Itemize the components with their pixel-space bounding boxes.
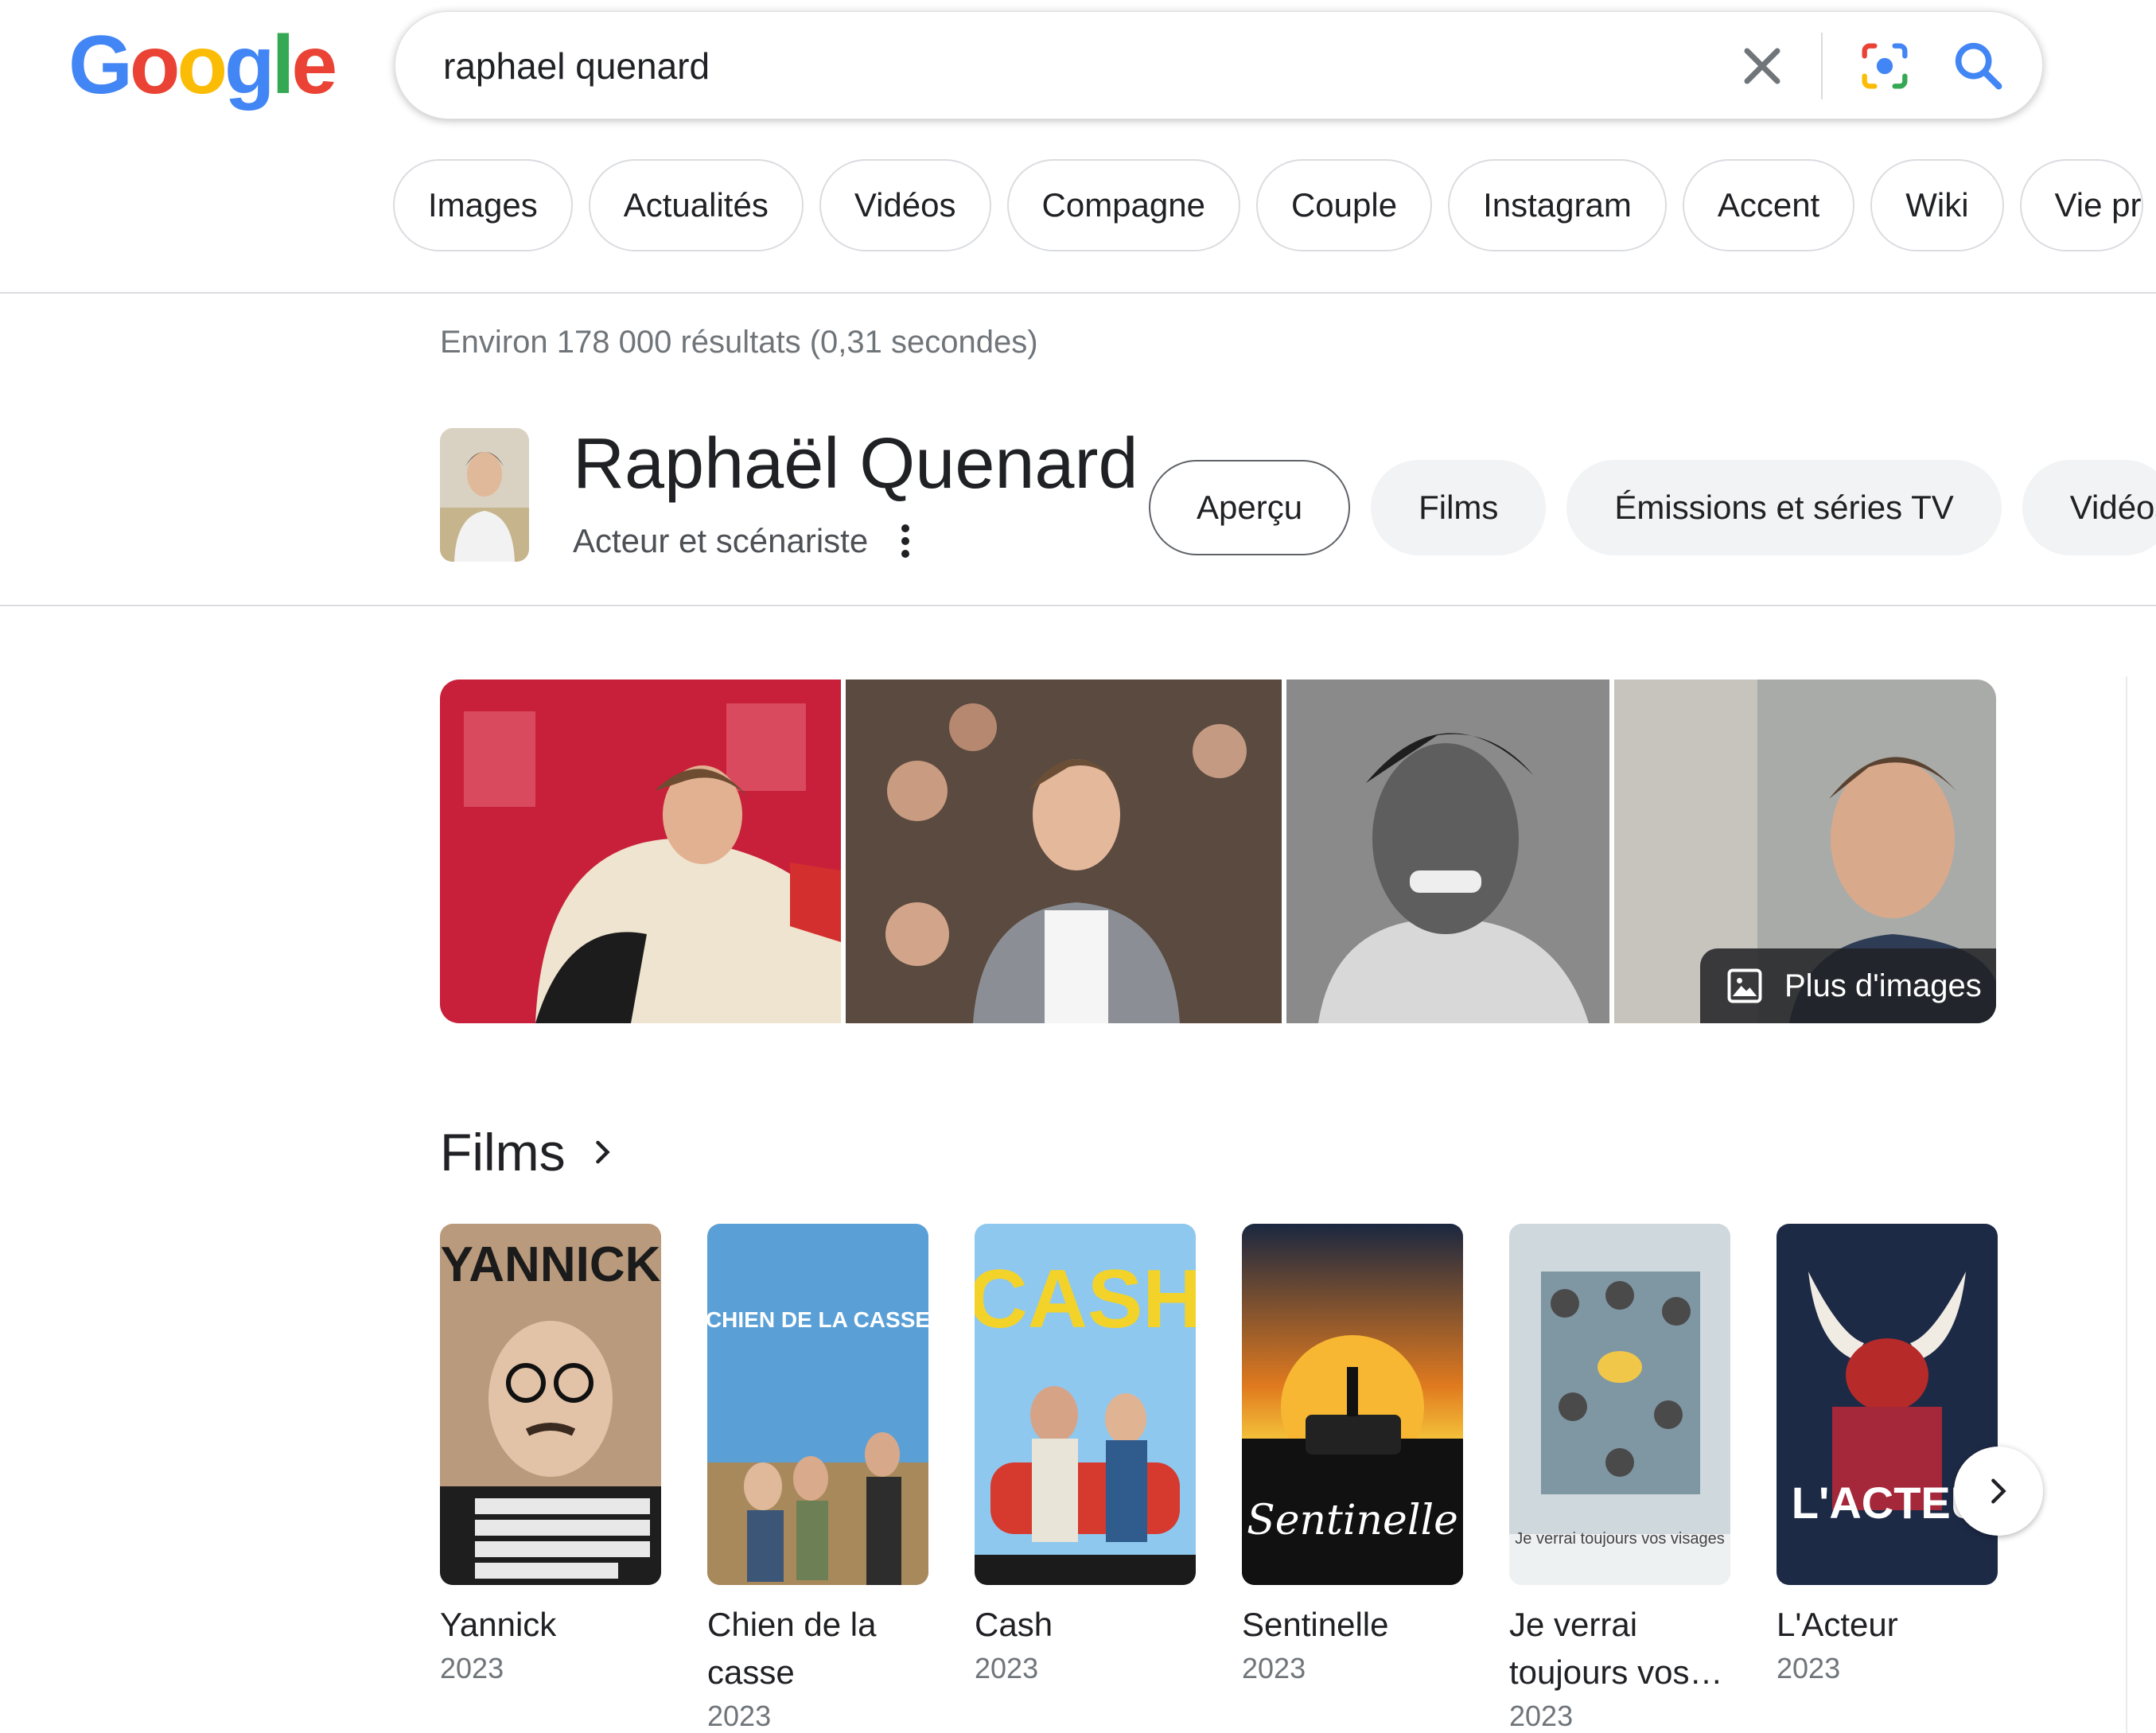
films-heading-label: Films (440, 1123, 566, 1182)
film-poster: YANNICK (440, 1224, 661, 1585)
more-vert-icon (901, 524, 909, 558)
logo-letter-e: e (291, 19, 337, 111)
film-card-l-acteur[interactable]: L'ACTEU L'Acteur 2023 (1777, 1224, 1998, 1685)
film-title: Chien de la casse (707, 1606, 877, 1691)
image-result-2[interactable] (846, 680, 1282, 1023)
tab-videos[interactable]: Vidéos (2022, 460, 2156, 555)
chip-accent[interactable]: Accent (1682, 159, 1855, 251)
search-input[interactable] (442, 39, 1638, 93)
chip-wiki[interactable]: Wiki (1870, 159, 2004, 251)
films-heading[interactable]: Films (440, 1122, 618, 1182)
poster-text: Je verrai toujours vos visages (1515, 1530, 1724, 1548)
image-strip: Plus d'images (440, 680, 1996, 1023)
search-divider (1821, 33, 1823, 99)
logo-letter-g2: g (224, 19, 275, 111)
film-year: 2023 (440, 1652, 504, 1684)
film-year: 2023 (707, 1700, 772, 1732)
film-year: 2023 (1509, 1700, 1574, 1732)
chevron-right-icon (595, 1140, 610, 1164)
image-result-3[interactable] (1286, 680, 1609, 1023)
poster-text: CHIEN DE LA CASSE (707, 1307, 928, 1332)
chip-compagne[interactable]: Compagne (1006, 159, 1240, 251)
chip-couple[interactable]: Couple (1255, 159, 1433, 251)
film-card-cash[interactable]: CASH Cash 2023 (975, 1224, 1196, 1685)
poster-text: YANNICK (441, 1237, 661, 1292)
more-options-button[interactable] (889, 517, 921, 565)
chip-actualites[interactable]: Actualités (588, 159, 804, 251)
film-card-sentinelle[interactable]: Sentinelle Sentinelle 2023 (1242, 1224, 1463, 1685)
google-logo[interactable]: Google (68, 19, 337, 111)
search-button[interactable] (1948, 36, 2009, 96)
poster-text: Sentinelle (1247, 1497, 1458, 1544)
film-card-je-verrai-toujours[interactable]: Je verrai toujours vos visages Je verrai… (1509, 1224, 1730, 1733)
search-box (395, 11, 2043, 119)
tab-films[interactable]: Films (1371, 460, 1547, 555)
film-title: L'Acteur (1777, 1606, 1898, 1643)
film-title: Cash (975, 1606, 1053, 1643)
entity-thumbnail[interactable] (440, 428, 529, 562)
chip-videos[interactable]: Vidéos (819, 159, 991, 251)
poster-text: CASH (975, 1253, 1196, 1346)
entity-tabs: Aperçu Films Émissions et séries TV Vidé… (1149, 460, 2156, 555)
lens-search-button[interactable] (1854, 36, 1915, 96)
close-icon (1744, 48, 1780, 84)
tab-emissions[interactable]: Émissions et séries TV (1566, 460, 2002, 555)
film-poster: Sentinelle (1242, 1224, 1463, 1585)
chip-images[interactable]: Images (393, 159, 573, 251)
film-title: Je verrai toujours vos… (1509, 1606, 1723, 1691)
film-year: 2023 (1777, 1652, 1841, 1684)
logo-letter-g1: G (68, 19, 133, 111)
film-poster: CASH (975, 1224, 1196, 1585)
carousel-next-button[interactable] (1954, 1447, 2043, 1536)
chip-instagram[interactable]: Instagram (1448, 159, 1667, 251)
film-poster: L'ACTEU (1777, 1224, 1998, 1585)
chevron-right-icon (1991, 1478, 2006, 1504)
film-year: 2023 (1242, 1652, 1306, 1684)
film-title: Sentinelle (1242, 1606, 1389, 1643)
film-card-chien-de-la-casse[interactable]: CHIEN DE LA CASSE Chien de la casse 2023 (707, 1224, 928, 1733)
entity-divider (0, 605, 2156, 606)
image-result-1[interactable] (440, 680, 841, 1023)
logo-letter-o2: o (177, 19, 228, 111)
film-year: 2023 (975, 1652, 1039, 1684)
header-divider (0, 292, 2156, 294)
entity-title: Raphaël Quenard (573, 424, 1138, 504)
camera-lens-icon (1862, 43, 1908, 89)
side-panel-border (2126, 676, 2127, 1733)
chip-vie-privee[interactable]: Vie pr (2019, 159, 2143, 251)
tab-apercu[interactable]: Aperçu (1149, 460, 1351, 555)
search-icon (1955, 42, 2002, 90)
more-images-label: Plus d'images (1784, 968, 1982, 1003)
search-chips: Images Actualités Vidéos Compagne Couple… (393, 159, 2143, 255)
film-title: Yannick (440, 1606, 557, 1643)
film-poster: Je verrai toujours vos visages (1509, 1224, 1730, 1585)
result-stats: Environ 178 000 résultats (0,31 secondes… (440, 325, 1038, 360)
film-poster: CHIEN DE LA CASSE (707, 1224, 928, 1585)
logo-letter-l: l (271, 19, 295, 111)
entity-subtitle: Acteur et scénariste (573, 522, 869, 559)
clear-search-button[interactable] (1732, 36, 1792, 96)
more-images-button[interactable]: Plus d'images (1700, 948, 1996, 1023)
logo-letter-o1: o (129, 19, 181, 111)
image-icon (1727, 968, 1762, 1003)
film-card-yannick[interactable]: YANNICK Yannick 2023 (440, 1224, 661, 1685)
